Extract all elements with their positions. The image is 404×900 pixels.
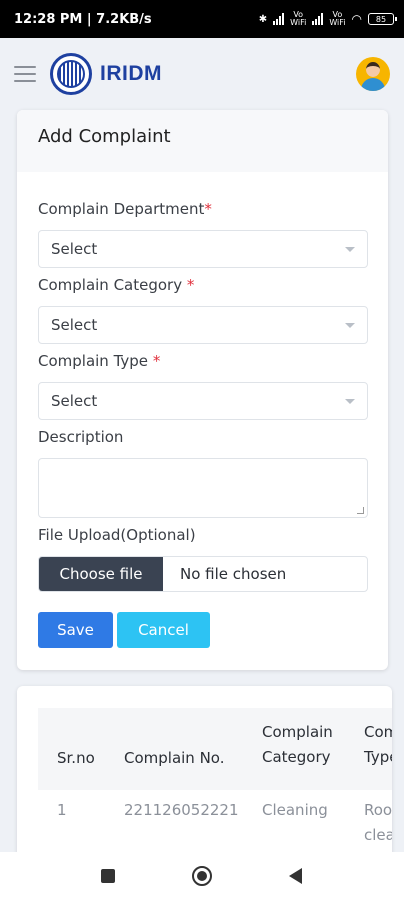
required-mark: *: [152, 352, 161, 370]
status-bar: 12:28 PM | 7.2KB/s ✱ Vo WiFi Vo WiFi ◠ 85: [0, 0, 404, 38]
table-header: Sr.no Complain No. Complain Category Com…: [38, 708, 392, 790]
cell-category: Cleaning: [262, 801, 328, 819]
file-upload-field: Choose file No file chosen: [38, 556, 368, 592]
system-nav-bar: [0, 852, 404, 900]
vowifi-label-2: Vo WiFi: [329, 10, 346, 27]
category-label: Complain Category *: [38, 276, 195, 294]
signal-icon: [273, 13, 285, 25]
table-row[interactable]: 1 221126052221 Cleaning Room clean: [38, 790, 392, 860]
choose-file-button[interactable]: Choose file: [39, 557, 163, 591]
save-button[interactable]: Save: [38, 612, 113, 648]
description-textarea[interactable]: [38, 458, 368, 518]
brand-title: IRIDM: [100, 62, 162, 85]
resize-handle-icon[interactable]: [357, 507, 364, 514]
recents-button[interactable]: [101, 869, 115, 883]
battery-level: 85: [375, 14, 387, 24]
chevron-down-icon: [345, 323, 355, 328]
wifi-icon: ◠: [351, 12, 362, 26]
header-complain-category: Complain Category: [262, 723, 333, 766]
type-select[interactable]: Select: [38, 382, 368, 420]
status-time: 12:28 PM | 7.2KB/s: [14, 11, 152, 27]
bluetooth-icon: ✱: [258, 13, 268, 25]
app-bar: IRIDM: [0, 38, 404, 110]
category-select[interactable]: Select: [38, 306, 368, 344]
description-label: Description: [38, 428, 124, 446]
type-select-value: Select: [51, 392, 98, 410]
category-select-value: Select: [51, 316, 98, 334]
cell-sr-no: 1: [57, 801, 67, 819]
file-upload-label: File Upload(Optional): [38, 526, 196, 544]
avatar[interactable]: [356, 57, 390, 91]
complaints-table: Sr.no Complain No. Complain Category Com…: [38, 708, 392, 860]
menu-icon[interactable]: [14, 66, 36, 82]
card-title: Add Complaint: [17, 110, 388, 172]
department-select[interactable]: Select: [38, 230, 368, 268]
department-select-value: Select: [51, 240, 98, 258]
required-mark: *: [204, 200, 212, 218]
vowifi-label-1: Vo WiFi: [290, 10, 307, 27]
status-icons: ✱ Vo WiFi Vo WiFi ◠ 85: [258, 10, 397, 27]
cell-complain-no: 221126052221: [124, 801, 239, 819]
back-button[interactable]: [289, 868, 302, 884]
battery-icon: 85: [368, 13, 397, 25]
header-complain-type: Comp Type: [364, 723, 392, 766]
cell-type: Room clean: [364, 801, 392, 844]
add-complaint-card: Add Complaint Complain Department* Selec…: [17, 110, 388, 670]
type-label: Complain Type *: [38, 352, 161, 370]
header-sr-no: Sr.no: [57, 749, 95, 767]
logo: [50, 53, 92, 95]
department-label: Complain Department*: [38, 200, 212, 218]
chevron-down-icon: [345, 247, 355, 252]
file-status: No file chosen: [180, 565, 287, 583]
chevron-down-icon: [345, 399, 355, 404]
header-complain-no: Complain No.: [124, 749, 225, 767]
cancel-button[interactable]: Cancel: [117, 612, 210, 648]
signal-icon-2: [312, 13, 324, 25]
complaints-table-card: Sr.no Complain No. Complain Category Com…: [17, 686, 392, 866]
required-mark: *: [186, 276, 195, 294]
home-button[interactable]: [192, 866, 212, 886]
